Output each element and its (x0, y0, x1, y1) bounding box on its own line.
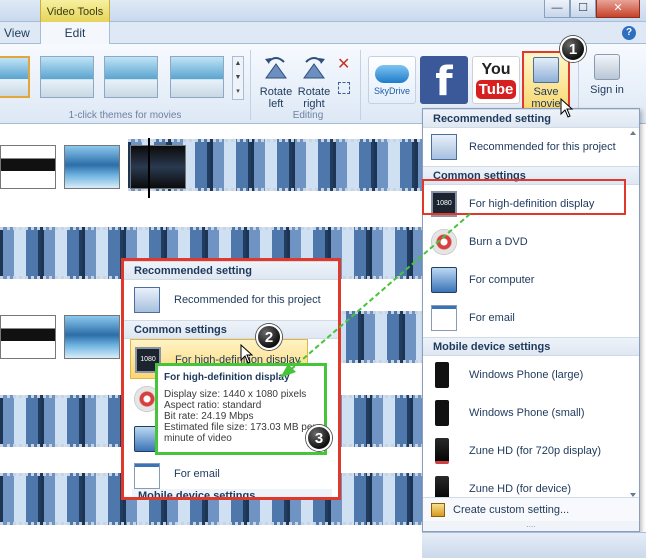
inset-header-recommended: Recommended setting (124, 261, 338, 280)
menu-item-dvd[interactable]: Burn a DVD (423, 223, 639, 261)
menu-item-label: Recommended for this project (469, 141, 616, 153)
email-icon (134, 463, 160, 489)
save-movie-icon (533, 57, 559, 83)
tooltip-line: minute of video (164, 433, 232, 444)
themes-scroll-arrows[interactable]: ▲ ▼ ▾ (232, 56, 244, 100)
menu-item-label: Create custom setting... (453, 504, 570, 516)
recommended-icon (134, 287, 160, 313)
windows-phone-icon (435, 362, 449, 388)
windows-phone-icon (435, 400, 449, 426)
sign-in-label: Sign in (590, 84, 624, 96)
menu-item-label: Zune HD (for device) (469, 483, 572, 495)
theme-thumbnail[interactable] (104, 56, 158, 98)
menu-header-mobile: Mobile device settings (423, 337, 639, 356)
theme-thumbnail[interactable] (170, 56, 224, 98)
clip-thumbnail[interactable] (0, 145, 56, 189)
playhead[interactable] (148, 138, 150, 198)
menu-item-phone-small[interactable]: Windows Phone (small) (423, 394, 639, 432)
skydrive-label: SkyDrive (373, 86, 410, 96)
rotate-right-label: Rotate right (297, 86, 331, 110)
menu-item-label: For email (469, 312, 515, 324)
menu-item-label: Windows Phone (small) (469, 407, 585, 419)
menu-item-phone-large[interactable]: Windows Phone (large) (423, 356, 639, 394)
clip-thumbnail[interactable] (64, 145, 120, 189)
title-bar: Video Tools — ☐ ✕ (0, 0, 646, 22)
inset-header-mobile: Mobile device settings (132, 489, 332, 497)
hd-item-callout (422, 179, 626, 215)
clip-thumbnail[interactable] (130, 145, 186, 189)
tooltip-title: For high-definition display (164, 372, 290, 383)
facebook-logo-icon: f (435, 59, 453, 105)
tooltip-line: Aspect ratio: standard (164, 400, 262, 411)
help-icon[interactable]: ? (622, 26, 636, 40)
skydrive-cloud-icon (375, 65, 409, 83)
minimize-button[interactable]: — (544, 0, 570, 18)
recommended-icon (431, 134, 457, 160)
tooltip-line: Display size: 1440 x 1080 pixels (164, 389, 307, 400)
menu-item-email[interactable]: For email (423, 299, 639, 337)
youtube-button[interactable]: You Tube (472, 56, 520, 104)
inset-item-label: For email (174, 468, 220, 480)
menu-item-label: Zune HD (for 720p display) (469, 445, 602, 457)
select-all-icon[interactable] (338, 82, 350, 94)
rotate-left-button[interactable]: Rotate left (256, 54, 296, 110)
menu-item-label: For computer (469, 274, 535, 286)
menu-item-computer[interactable]: For computer (423, 261, 639, 299)
rotate-left-label: Rotate left (259, 86, 293, 110)
ribbon-separator (360, 50, 361, 120)
menu-header-recommended: Recommended setting (423, 109, 639, 128)
menu-item-zune-720p[interactable]: Zune HD (for 720p display) (423, 432, 639, 470)
user-icon (594, 54, 620, 80)
menu-resize-grip[interactable]: .... (423, 521, 639, 531)
menu-scrollbar[interactable] (629, 129, 637, 499)
tab-edit[interactable]: Edit (40, 22, 110, 44)
email-icon (431, 305, 457, 331)
dvd-icon (431, 229, 457, 255)
inset-item-label: Recommended for this project (174, 294, 321, 306)
theme-thumbnail[interactable] (0, 56, 30, 98)
mouse-cursor-icon (240, 344, 254, 364)
custom-setting-icon (431, 503, 445, 517)
computer-icon (431, 267, 457, 293)
editing-group-label: Editing (292, 110, 324, 121)
window-controls: — ☐ ✕ (544, 0, 640, 18)
menu-item-custom-setting[interactable]: Create custom setting... (423, 497, 639, 521)
theme-thumbnail[interactable] (40, 56, 94, 98)
rotate-right-button[interactable]: Rotate right (294, 54, 334, 110)
mouse-cursor-icon (560, 98, 574, 118)
inset-item-email[interactable]: For email (124, 459, 338, 489)
step-badge-3: 3 (306, 425, 332, 451)
menu-item-label: Burn a DVD (469, 236, 528, 248)
maximize-button[interactable]: ☐ (570, 0, 596, 18)
tooltip-line: Bit rate: 24.19 Mbps (164, 411, 254, 422)
themes-group-label: 1-click themes for movies (68, 110, 182, 121)
remove-icon[interactable]: ✕ (337, 54, 350, 74)
rotate-right-icon (303, 57, 325, 79)
tooltip-line: Estimated file size: 173.03 MB per (164, 422, 316, 433)
clip-thumbnail[interactable] (64, 315, 120, 359)
menu-item-recommended[interactable]: Recommended for this project (423, 128, 639, 166)
hd-tooltip: For high-definition display Display size… (155, 363, 327, 455)
zoom-bar (422, 532, 646, 558)
skydrive-button[interactable]: SkyDrive (368, 56, 416, 104)
ribbon-tab-row: View Edit ? (0, 22, 646, 44)
video-tools-contextual-tab: Video Tools (40, 0, 110, 22)
sign-in-button[interactable]: Sign in (588, 54, 626, 96)
inset-item-recommended[interactable]: Recommended for this project (124, 280, 338, 320)
inset-header-common: Common settings (124, 320, 338, 339)
menu-item-label: Windows Phone (large) (469, 369, 584, 381)
save-movie-label: Save movie (531, 86, 561, 110)
youtube-logo-tube: Tube (475, 80, 517, 99)
facebook-button[interactable]: f (420, 56, 468, 105)
clip-thumbnail[interactable] (0, 315, 56, 359)
step-badge-1: 1 (560, 36, 586, 62)
ribbon-separator (250, 50, 251, 120)
rotate-left-icon (265, 57, 287, 79)
step-badge-2: 2 (256, 324, 282, 350)
save-movie-menu: Recommended setting Recommended for this… (422, 108, 640, 532)
youtube-logo-you: You (481, 61, 511, 78)
zune-icon (435, 438, 449, 464)
close-button[interactable]: ✕ (596, 0, 640, 18)
tab-view[interactable]: View (4, 22, 30, 44)
